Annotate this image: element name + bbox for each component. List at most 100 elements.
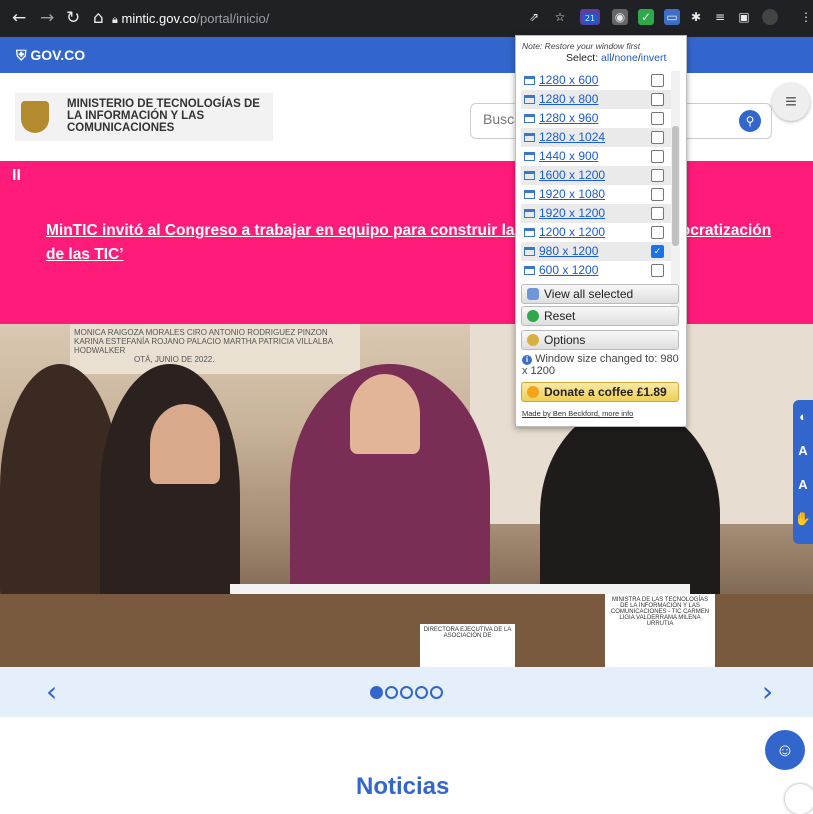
window-icon [524,171,535,180]
reset-icon [527,310,539,322]
size-checkbox[interactable]: ✓ [651,245,664,258]
carousel-prev-icon[interactable]: ‹ [46,675,57,708]
size-checkbox[interactable] [651,150,664,163]
size-link[interactable]: 600 x 1200 [539,263,598,277]
profile-avatar[interactable] [762,9,778,25]
size-row[interactable]: 980 x 1200 ✓ [521,242,671,261]
name-sign-right: MINISTRA DE LAS TECNOLOGÍAS DE LA INFORM… [605,594,715,667]
share-icon[interactable]: ⇗ [526,9,542,25]
reload-icon[interactable]: ↻ [66,8,80,28]
gear-icon [527,334,539,346]
plaque-line: MONICA RAIGOZA MORALES CIRO ANTONIO RODR… [74,328,328,337]
size-row[interactable]: 1280 x 960 [521,109,671,128]
size-row[interactable]: 1920 x 1080 [521,185,671,204]
sign-language-icon[interactable]: ✋ [793,502,813,536]
size-checkbox[interactable] [651,207,664,220]
carousel-controls: ‹ › [0,667,813,717]
font-increase-icon[interactable]: A [793,468,813,502]
size-link[interactable]: 1920 x 1080 [539,187,605,201]
options-button[interactable]: Options [521,330,679,350]
size-checkbox[interactable] [651,226,664,239]
select-all-link[interactable]: all [601,52,612,64]
status-message: i Window size changed to: 980 x 1200 [522,353,682,377]
puzzle-icon[interactable]: ✱ [688,9,704,25]
carousel-image: MONICA RAIGOZA MORALES CIRO ANTONIO RODR… [0,324,813,667]
select-label: Select: [566,52,599,64]
gov-co-logo[interactable]: ⛨ GOV.CO [16,47,85,64]
search-icon[interactable]: ⚲ [739,110,761,132]
made-by-link[interactable]: Made by Ben Beckford [522,409,598,418]
font-decrease-icon[interactable]: A [793,434,813,468]
size-checkbox[interactable] [651,131,664,144]
window-icon [524,209,535,218]
size-row[interactable]: 1440 x 900 [521,147,671,166]
size-link[interactable]: 1920 x 1200 [539,206,605,220]
extension-window-resizer-icon[interactable]: 21 [580,9,600,25]
reading-list-icon[interactable]: ≡ [712,9,728,25]
carousel-dot[interactable] [385,686,398,699]
size-row[interactable]: 1280 x 1024 [521,128,671,147]
size-link[interactable]: 1200 x 1200 [539,225,605,239]
size-link[interactable]: 1440 x 900 [539,149,598,163]
side-panel-icon[interactable]: ▣ [736,9,752,25]
chat-assistant-icon[interactable]: ☺ [765,730,805,770]
donate-button[interactable]: Donate a coffee £1.89 [521,382,679,402]
size-checkbox[interactable] [651,264,664,277]
size-row[interactable]: 600 x 1200 [521,261,671,280]
view-all-selected-button[interactable]: View all selected [521,284,679,304]
window-icon [524,228,535,237]
size-list-scrollbar[interactable] [671,71,680,316]
size-checkbox[interactable] [651,93,664,106]
carousel-dot[interactable] [400,686,413,699]
home-icon[interactable]: ⌂ [93,8,104,28]
carousel-dot[interactable] [370,686,383,699]
reset-button[interactable]: Reset [521,306,679,326]
size-checkbox[interactable] [651,188,664,201]
hamburger-menu-icon[interactable]: ≡ [772,83,810,121]
shield-icon: ⛨ [16,47,27,63]
size-link[interactable]: 1280 x 960 [539,111,598,125]
scrollbar-thumb[interactable] [672,126,679,246]
size-link[interactable]: 1280 x 600 [539,73,598,87]
gov-co-bar: ⛨ GOV.CO [0,37,813,73]
more-info-link[interactable]: more info [602,409,633,418]
size-link[interactable]: 1600 x 1200 [539,168,605,182]
forward-icon[interactable]: → [40,8,54,28]
name-sign-left: DIRECTORA EJECUTIVA DE LA ASOCIACIÓN DE [420,624,515,667]
size-row[interactable]: 1280 x 600 [521,71,671,90]
camera-extension-icon[interactable]: ◉ [612,9,628,25]
size-checkbox[interactable] [651,169,664,182]
carousel-dot[interactable] [430,686,443,699]
select-none-link[interactable]: none [614,52,637,64]
back-icon[interactable]: ← [12,8,26,28]
contrast-icon[interactable]: ◐ [793,400,813,434]
site-header: MINISTERIO DE TECNOLOGÍAS DE LA INFORMAC… [0,73,813,161]
gov-co-text: GOV.CO [30,47,86,63]
section-title: Noticias [356,773,450,800]
url-path: /portal/inicio/ [196,11,270,26]
window-extension-icon[interactable]: ▭ [664,9,680,25]
carousel-next-icon[interactable]: › [762,675,773,708]
size-row[interactable]: 1200 x 1200 [521,223,671,242]
size-row[interactable]: 1600 x 1200 [521,166,671,185]
size-link[interactable]: 1280 x 800 [539,92,598,106]
size-link[interactable]: 980 x 1200 [539,244,598,258]
size-link[interactable]: 1280 x 1024 [539,130,605,144]
menu-kebab-icon[interactable]: ⋮ [798,9,813,25]
pause-icon[interactable]: II [12,167,21,185]
coat-of-arms-icon [21,101,49,133]
check-extension-icon[interactable]: ✓ [638,9,654,25]
address-bar[interactable]: 🔒︎ mintic.gov.co/portal/inicio/ [112,6,510,31]
size-row[interactable]: 1920 x 1200 [521,204,671,223]
ministry-name: MINISTERIO DE TECNOLOGÍAS DE LA INFORMAC… [67,98,260,134]
size-checkbox[interactable] [651,112,664,125]
select-invert-link[interactable]: invert [641,52,667,64]
size-checkbox[interactable] [651,74,664,87]
view-all-label: View all selected [544,287,634,301]
carousel-dot[interactable] [415,686,428,699]
secondary-float-button[interactable] [785,784,813,814]
ministry-logo[interactable]: MINISTERIO DE TECNOLOGÍAS DE LA INFORMAC… [15,93,273,141]
star-icon[interactable]: ☆ [552,9,568,25]
donate-label: Donate a coffee £1.89 [544,385,667,399]
size-row[interactable]: 1280 x 800 [521,90,671,109]
